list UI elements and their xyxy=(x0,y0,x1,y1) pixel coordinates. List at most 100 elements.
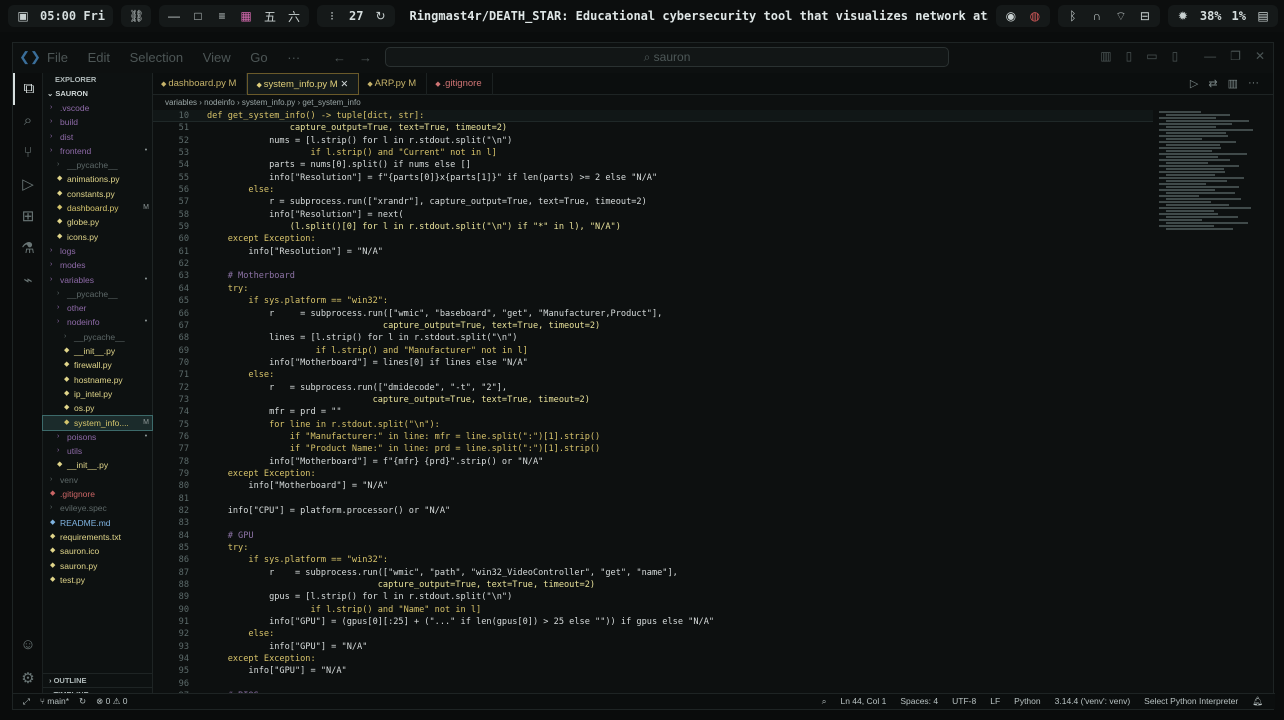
code-line[interactable]: 51 capture_output=True, text=True, timeo… xyxy=(153,122,1153,134)
list-icon[interactable]: ≡ xyxy=(215,9,229,23)
tree-item[interactable]: ◆ sauron.py xyxy=(43,559,152,573)
chrome-icon[interactable]: ◍ xyxy=(1028,9,1042,23)
code-line[interactable]: 88 capture_output=True, text=True, timeo… xyxy=(153,579,1153,591)
tree-item[interactable]: ◆ os.py xyxy=(43,401,152,415)
code-line[interactable]: 69 if l.strip() and "Manufacturer" not i… xyxy=(153,345,1153,357)
menu-view[interactable]: View xyxy=(203,50,231,65)
problems-status[interactable]: ⊗ 0 ⚠ 0 xyxy=(96,696,127,707)
tree-item[interactable]: ◆ animations.py xyxy=(43,172,152,186)
tree-item[interactable]: › __pycache__ xyxy=(43,158,152,172)
code-line[interactable]: 58 info["Resolution"] = next( xyxy=(153,209,1153,221)
code-line[interactable]: 53 if l.strip() and "Current" not in l] xyxy=(153,147,1153,159)
tree-item[interactable]: ◆ README.md xyxy=(43,516,152,530)
remote-icon[interactable]: ⌁ xyxy=(13,265,43,297)
discord-icon[interactable]: ◉ xyxy=(1004,9,1018,23)
code-line[interactable]: 70 info["Motherboard"] = lines[0] if lin… xyxy=(153,357,1153,369)
source-control-icon[interactable]: ⑂ xyxy=(13,137,43,169)
tree-item[interactable]: › modes xyxy=(43,258,152,272)
tree-item[interactable]: › __pycache__ xyxy=(43,287,152,301)
code-line[interactable]: 81 xyxy=(153,493,1153,505)
code-line[interactable]: 78 info["Motherboard"] = f"{mfr} {prd}".… xyxy=(153,456,1153,468)
tree-item[interactable]: › evileye.spec xyxy=(43,501,152,515)
layout-toggle-icon[interactable]: ▥ xyxy=(1100,49,1111,63)
code-line[interactable]: 60 except Exception: xyxy=(153,233,1153,245)
code-line[interactable]: 96 xyxy=(153,678,1153,690)
tree-item[interactable]: ◆ constants.py xyxy=(43,187,152,201)
code-line[interactable]: 72 r = subprocess.run(["dmidecode", "-t"… xyxy=(153,382,1153,394)
code-line[interactable]: 75 for line in r.stdout.split("\n"): xyxy=(153,419,1153,431)
code-line[interactable]: 94 except Exception: xyxy=(153,653,1153,665)
sidebar-toggle-icon[interactable]: ▯ xyxy=(1126,49,1133,63)
code-line[interactable]: 64 try: xyxy=(153,283,1153,295)
tree-item[interactable]: ◆ ip_intel.py xyxy=(43,387,152,401)
tree-item[interactable]: › frontend • xyxy=(43,144,152,158)
bluetooth-icon[interactable]: ᛒ xyxy=(1066,9,1080,23)
os-tools[interactable]: ⛓ xyxy=(121,5,152,27)
code-line[interactable]: 82 info["CPU"] = platform.processor() or… xyxy=(153,505,1153,517)
tree-item[interactable]: ◆ dashboard.py M xyxy=(43,201,152,215)
tree-item[interactable]: ◆ globe.py xyxy=(43,215,152,229)
code-line[interactable]: 89 gpus = [l.strip() for l in r.stdout.s… xyxy=(153,591,1153,603)
close-icon[interactable]: ✕ xyxy=(1255,49,1265,63)
minus-icon[interactable]: — xyxy=(167,9,181,23)
font-icon[interactable]: 五 xyxy=(263,8,277,25)
menu-more[interactable]: ··· xyxy=(287,50,300,65)
editor-tab[interactable]: ◆ .gitignore xyxy=(427,73,493,95)
tree-item[interactable]: ◆ hostname.py xyxy=(43,373,152,387)
sync-icon[interactable]: ↻ xyxy=(79,696,86,707)
secondary-sidebar-icon[interactable]: ▯ xyxy=(1172,49,1179,63)
workspace-widget[interactable]: ⁝ 27 ↻ xyxy=(317,5,396,27)
minimize-icon[interactable]: — xyxy=(1204,49,1216,63)
code-line[interactable]: 67 capture_output=True, text=True, timeo… xyxy=(153,320,1153,332)
code-line[interactable]: 66 r = subprocess.run(["wmic", "baseboar… xyxy=(153,308,1153,320)
editor-tab[interactable]: ◆ system_info.py M ✕ xyxy=(247,73,360,95)
network-icon[interactable]: ⊟ xyxy=(1138,9,1152,23)
code-line[interactable]: 52 nums = [l.strip() for l in r.stdout.s… xyxy=(153,135,1153,147)
code-line[interactable]: 92 else: xyxy=(153,628,1153,640)
code-line[interactable]: 83 xyxy=(153,517,1153,529)
indentation[interactable]: Spaces: 4 xyxy=(900,696,938,707)
code-line[interactable]: 55 info["Resolution"] = f"{parts[0]}x{pa… xyxy=(153,172,1153,184)
refresh-icon[interactable]: ↻ xyxy=(373,9,387,23)
minimap[interactable] xyxy=(1159,110,1263,510)
run-icon[interactable]: ▷ xyxy=(1190,77,1198,90)
interpreter-version[interactable]: 3.14.4 ('venv': venv) xyxy=(1055,696,1131,707)
explorer-icon[interactable]: ⧉ xyxy=(13,73,43,105)
code-line[interactable]: 54 parts = nums[0].split() if nums else … xyxy=(153,159,1153,171)
square-icon[interactable]: □ xyxy=(191,9,205,23)
code-line[interactable]: 63 # Motherboard xyxy=(153,270,1153,282)
tree-item[interactable]: ◆ firewall.py xyxy=(43,358,152,372)
menu-selection[interactable]: Selection xyxy=(130,50,183,65)
tree-item[interactable]: › venv xyxy=(43,473,152,487)
account-icon[interactable]: ☺ xyxy=(13,629,43,661)
select-interpreter[interactable]: Select Python Interpreter xyxy=(1144,696,1238,707)
editor-tab[interactable]: ◆ dashboard.py M xyxy=(153,73,248,95)
sticky-scroll-line[interactable]: 10 def get_system_info() -> tuple[dict, s… xyxy=(153,110,1153,123)
outline-section[interactable]: › OUTLINE xyxy=(43,673,152,687)
tree-item[interactable]: › .vscode xyxy=(43,101,152,115)
glyph-icon[interactable]: 六 xyxy=(287,8,301,25)
code-line[interactable]: 73 capture_output=True, text=True, timeo… xyxy=(153,394,1153,406)
code-line[interactable]: 87 r = subprocess.run(["wmic", "path", "… xyxy=(153,567,1153,579)
link-icon[interactable]: ⛓ xyxy=(129,9,144,23)
encoding[interactable]: UTF-8 xyxy=(952,696,976,707)
maximize-icon[interactable]: ❐ xyxy=(1230,49,1241,63)
tree-item[interactable]: › logs xyxy=(43,244,152,258)
code-line[interactable]: 74 mfr = prd = "" xyxy=(153,406,1153,418)
tree-item[interactable]: › build xyxy=(43,115,152,129)
tree-item[interactable]: › poisons • xyxy=(43,430,152,444)
breadcrumb[interactable]: variables › nodeinfo › system_info.py › … xyxy=(153,96,1273,109)
language-mode[interactable]: Python xyxy=(1014,696,1040,707)
tree-item[interactable]: › __pycache__ xyxy=(43,330,152,344)
code-line[interactable]: 61 info["Resolution"] = "N/A" xyxy=(153,246,1153,258)
menu-file[interactable]: File xyxy=(47,50,68,65)
split-editor-icon[interactable]: ▥ xyxy=(1228,77,1238,90)
tree-item[interactable]: ◆ test.py xyxy=(43,573,152,587)
code-line[interactable]: 85 try: xyxy=(153,542,1153,554)
testing-icon[interactable]: ⚗ xyxy=(13,233,43,265)
notifications-icon[interactable]: 🔔︎ xyxy=(1252,696,1263,707)
tree-item[interactable]: › variables • xyxy=(43,273,152,287)
code-line[interactable]: 65 if sys.platform == "win32": xyxy=(153,295,1153,307)
tree-item[interactable]: ◆ .gitignore xyxy=(43,487,152,501)
tree-item[interactable]: ◆ icons.py xyxy=(43,230,152,244)
